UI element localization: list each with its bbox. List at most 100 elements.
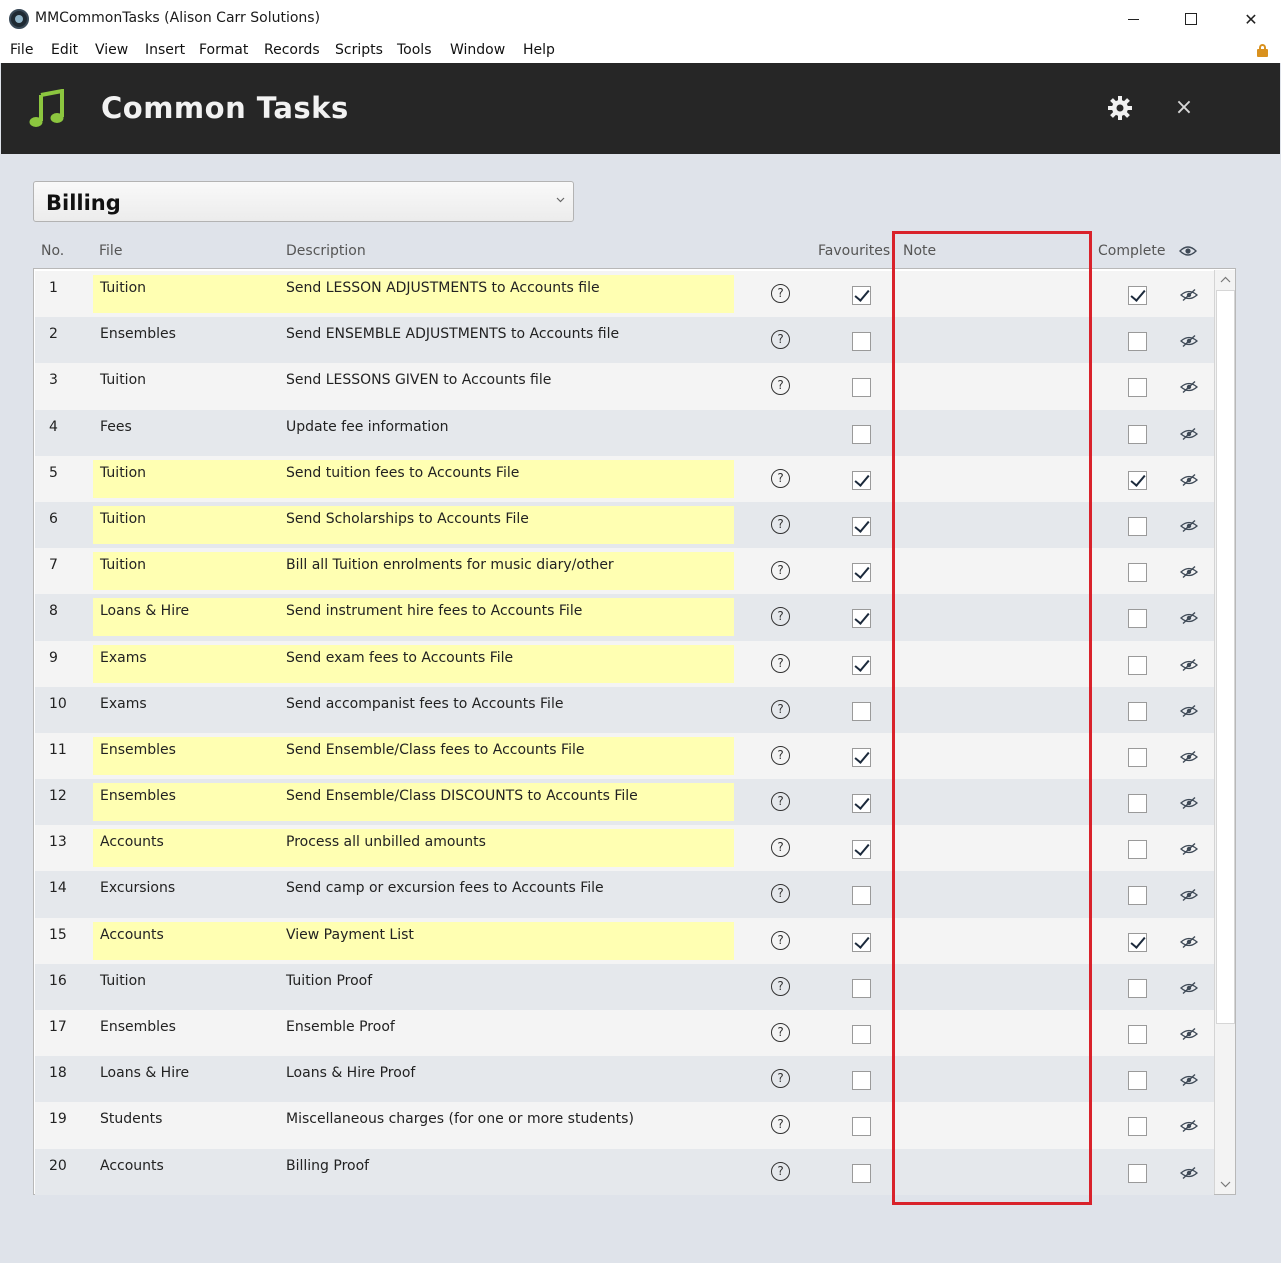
window-close-button[interactable]: ✕ (1222, 0, 1280, 38)
row-description[interactable]: Send instrument hire fees to Accounts Fi… (286, 603, 582, 619)
complete-checkbox[interactable] (1128, 286, 1147, 305)
scroll-up-icon[interactable] (1215, 270, 1236, 290)
favourite-checkbox[interactable] (852, 1163, 871, 1183)
complete-checkbox[interactable] (1128, 701, 1147, 721)
complete-checkbox[interactable] (1128, 1071, 1147, 1091)
row-description[interactable]: Send accompanist fees to Accounts File (286, 696, 563, 712)
favourite-checkbox[interactable] (852, 701, 871, 721)
maximize-button[interactable] (1162, 0, 1220, 38)
help-icon[interactable]: ? (771, 607, 790, 627)
complete-checkbox[interactable] (1128, 794, 1147, 814)
hide-eye-icon[interactable] (1180, 1026, 1198, 1041)
minimize-button[interactable] (1104, 0, 1162, 38)
hide-eye-icon[interactable] (1180, 1118, 1198, 1133)
menu-window[interactable]: Window (450, 42, 505, 58)
row-description[interactable]: Miscellaneous charges (for one or more s… (286, 1111, 634, 1127)
complete-checkbox[interactable] (1128, 424, 1147, 444)
eye-icon[interactable] (1179, 245, 1197, 257)
favourite-checkbox[interactable] (852, 1117, 871, 1137)
complete-checkbox[interactable] (1128, 1117, 1147, 1137)
help-icon[interactable]: ? (771, 884, 790, 904)
favourite-checkbox[interactable] (852, 886, 871, 906)
hide-eye-icon[interactable] (1180, 379, 1198, 394)
category-dropdown[interactable]: Billing (33, 181, 574, 222)
hide-eye-icon[interactable] (1180, 749, 1198, 763)
help-icon[interactable]: ? (771, 1069, 790, 1089)
complete-checkbox[interactable] (1128, 332, 1147, 352)
favourite-checkbox[interactable] (852, 1025, 871, 1044)
scroll-thumb[interactable] (1216, 290, 1235, 1024)
hide-eye-icon[interactable] (1180, 887, 1198, 902)
complete-checkbox[interactable] (1128, 978, 1147, 998)
row-description[interactable]: Send Ensemble/Class DISCOUNTS to Account… (286, 788, 638, 804)
hide-eye-icon[interactable] (1180, 1165, 1198, 1179)
help-icon[interactable]: ? (771, 653, 790, 673)
complete-checkbox[interactable] (1128, 516, 1147, 536)
hide-eye-icon[interactable] (1180, 518, 1198, 532)
row-description[interactable]: Billing Proof (286, 1158, 369, 1174)
favourite-checkbox[interactable] (852, 286, 871, 305)
hide-eye-icon[interactable] (1180, 980, 1198, 994)
help-icon[interactable]: ? (771, 330, 790, 350)
vertical-scrollbar[interactable] (1214, 270, 1235, 1194)
favourite-checkbox[interactable] (852, 1071, 871, 1091)
menu-view[interactable]: View (95, 42, 128, 58)
help-icon[interactable]: ? (771, 792, 790, 812)
favourite-checkbox[interactable] (852, 932, 871, 952)
complete-checkbox[interactable] (1128, 886, 1147, 906)
favourite-checkbox[interactable] (852, 424, 871, 444)
row-description[interactable]: Send Scholarships to Accounts File (286, 511, 529, 527)
menu-format[interactable]: Format (199, 42, 248, 58)
menu-insert[interactable]: Insert (145, 42, 185, 58)
favourite-checkbox[interactable] (852, 563, 871, 583)
favourite-checkbox[interactable] (852, 794, 871, 814)
help-icon[interactable]: ? (771, 976, 790, 996)
row-description[interactable]: Process all unbilled amounts (286, 834, 486, 850)
hide-eye-icon[interactable] (1180, 703, 1198, 717)
row-description[interactable]: Send tuition fees to Accounts File (286, 465, 519, 481)
row-description[interactable]: Send LESSON ADJUSTMENTS to Accounts file (286, 280, 600, 296)
help-icon[interactable]: ? (771, 514, 790, 534)
favourite-checkbox[interactable] (852, 840, 871, 860)
favourite-checkbox[interactable] (852, 978, 871, 998)
hide-eye-icon[interactable] (1180, 795, 1198, 810)
row-description[interactable]: Send exam fees to Accounts File (286, 650, 513, 666)
complete-checkbox[interactable] (1128, 1025, 1147, 1044)
close-icon[interactable]: × (1173, 97, 1195, 119)
help-icon[interactable]: ? (771, 1115, 790, 1135)
gear-icon[interactable] (1107, 95, 1133, 121)
help-icon[interactable]: ? (771, 699, 790, 719)
row-description[interactable]: Send camp or excursion fees to Accounts … (286, 880, 604, 896)
row-description[interactable]: Send Ensemble/Class fees to Accounts Fil… (286, 742, 584, 758)
hide-eye-icon[interactable] (1180, 472, 1198, 486)
menu-file[interactable]: File (10, 42, 33, 58)
favourite-checkbox[interactable] (852, 747, 871, 767)
hide-eye-icon[interactable] (1180, 841, 1198, 856)
hide-eye-icon[interactable] (1180, 426, 1198, 440)
complete-checkbox[interactable] (1128, 840, 1147, 860)
hide-eye-icon[interactable] (1180, 333, 1198, 348)
complete-checkbox[interactable] (1128, 1163, 1147, 1183)
menu-tools[interactable]: Tools (397, 42, 432, 58)
menu-records[interactable]: Records (264, 42, 320, 58)
complete-checkbox[interactable] (1128, 655, 1147, 675)
hide-eye-icon[interactable] (1180, 564, 1198, 579)
menu-edit[interactable]: Edit (51, 42, 78, 58)
favourite-checkbox[interactable] (852, 378, 871, 398)
row-description[interactable]: Tuition Proof (286, 973, 372, 989)
complete-checkbox[interactable] (1128, 378, 1147, 398)
complete-checkbox[interactable] (1128, 609, 1147, 629)
row-description[interactable]: Send LESSONS GIVEN to Accounts file (286, 372, 551, 388)
hide-eye-icon[interactable] (1180, 657, 1198, 671)
help-icon[interactable]: ? (771, 561, 790, 581)
help-icon[interactable]: ? (771, 1023, 790, 1042)
complete-checkbox[interactable] (1128, 470, 1147, 490)
help-icon[interactable]: ? (771, 376, 790, 396)
help-icon[interactable]: ? (771, 468, 790, 488)
menu-scripts[interactable]: Scripts (335, 42, 383, 58)
row-description[interactable]: Update fee information (286, 419, 449, 435)
row-description[interactable]: Send ENSEMBLE ADJUSTMENTS to Accounts fi… (286, 326, 619, 342)
help-icon[interactable]: ? (771, 930, 790, 950)
complete-checkbox[interactable] (1128, 747, 1147, 767)
complete-checkbox[interactable] (1128, 563, 1147, 583)
